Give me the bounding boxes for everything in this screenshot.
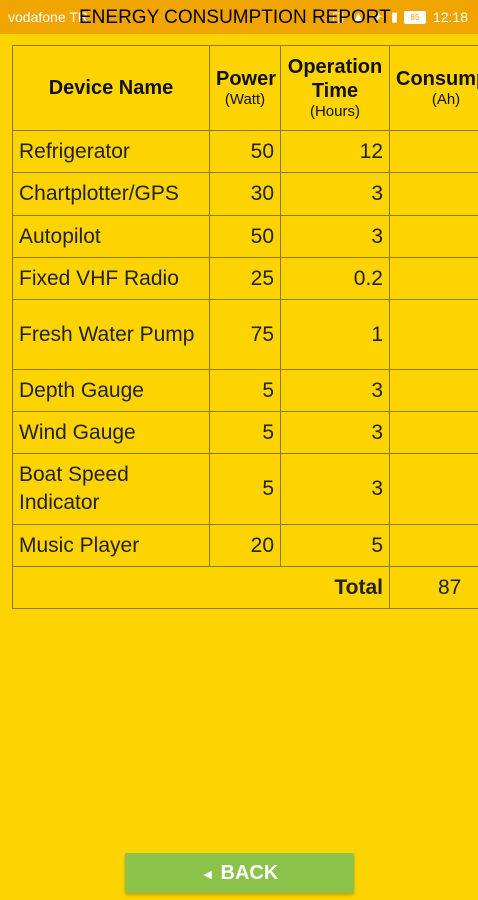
back-arrow-icon: ◄ (200, 866, 215, 882)
table-row: Boat Speed Indicator 5 3 (12, 453, 478, 525)
consumption-cell (389, 130, 478, 173)
time-cell: 3 (280, 453, 390, 525)
device-name-cell: Refrigerator (12, 130, 210, 173)
device-name-cell: Boat Speed Indicator (12, 453, 210, 525)
time-cell: 12 (280, 130, 390, 173)
battery-icon: 85 (404, 11, 426, 24)
device-name-cell: Chartplotter/GPS (12, 172, 210, 216)
header-power: Power (Watt) (209, 45, 281, 131)
time-cell: 3 (280, 215, 390, 258)
time-cell: 3 (280, 369, 390, 412)
consumption-cell (389, 453, 478, 525)
device-name-cell: Autopilot (12, 215, 210, 258)
device-name-cell: Wind Gauge (12, 411, 210, 454)
consumption-cell (389, 524, 478, 567)
device-name-cell: Fixed VHF Radio (12, 257, 210, 300)
consumption-cell (389, 257, 478, 300)
power-cell: 75 (209, 299, 281, 370)
total-value: 87 (389, 566, 478, 609)
table-row: Fixed VHF Radio 25 0.2 (12, 257, 478, 300)
consumption-cell (389, 369, 478, 412)
table-row: Fresh Water Pump 75 1 (12, 299, 478, 370)
total-label: Total (12, 566, 390, 609)
header-consumption: Consumption(Ah) (389, 45, 478, 131)
table-row: Refrigerator 50 12 (12, 130, 478, 173)
total-row: Total 87 (12, 566, 478, 609)
consumption-cell (389, 215, 478, 258)
back-button[interactable]: ◄ BACK (125, 853, 354, 893)
time-cell: 3 (280, 172, 390, 216)
power-cell: 5 (209, 453, 281, 525)
page-title: ENERGY CONSUMPTION REPORT (79, 7, 391, 28)
consumption-cell (389, 411, 478, 454)
power-cell: 5 (209, 411, 281, 454)
back-button-label: BACK (220, 862, 279, 884)
report-table-container[interactable]: Device Name Power (Watt) Operation Time (H… (12, 45, 478, 611)
time-cell: 5 (280, 524, 390, 567)
power-cell: 50 (209, 130, 281, 173)
consumption-cell (389, 299, 478, 370)
table-row: Autopilot 50 3 (12, 215, 478, 258)
carrier-name: vodafone TR (8, 9, 88, 25)
time-cell: 0.2 (280, 257, 390, 300)
energy-report-table: Device Name Power (Watt) Operation Time (H… (12, 45, 478, 609)
power-cell: 50 (209, 215, 281, 258)
table-row: Wind Gauge 5 3 (12, 411, 478, 454)
power-cell: 30 (209, 172, 281, 216)
device-name-cell: Depth Gauge (12, 369, 210, 412)
device-name-cell: Fresh Water Pump (12, 299, 210, 370)
power-cell: 25 (209, 257, 281, 300)
header-device-name: Device Name (12, 45, 210, 131)
table-row: Music Player 20 5 (12, 524, 478, 567)
power-cell: 5 (209, 369, 281, 412)
status-time: 12:18 (432, 9, 468, 25)
table-row: Depth Gauge 5 3 (12, 369, 478, 412)
consumption-cell (389, 172, 478, 216)
power-cell: 20 (209, 524, 281, 567)
time-cell: 3 (280, 411, 390, 454)
header-operation-time: Operation Time (Hours) (280, 45, 390, 131)
table-row: Chartplotter/GPS 30 3 (12, 172, 478, 216)
device-name-cell: Music Player (12, 524, 210, 567)
time-cell: 1 (280, 299, 390, 370)
